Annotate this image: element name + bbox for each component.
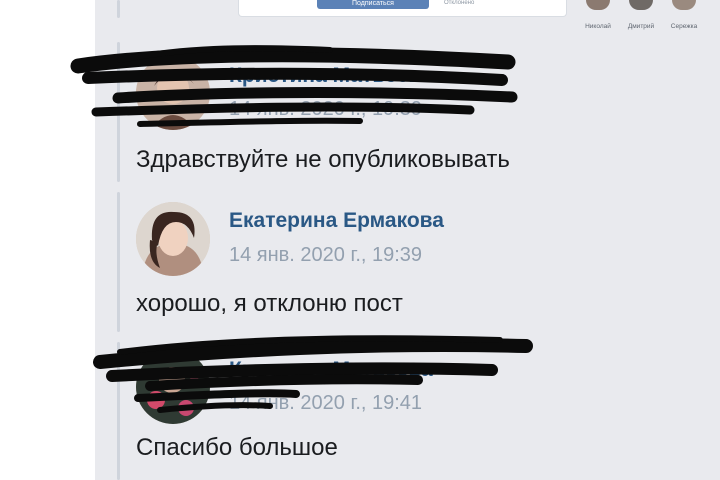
comment-author[interactable]: Кристина Матвеева bbox=[229, 358, 433, 382]
avatar-photo bbox=[136, 56, 210, 130]
comment-timestamp[interactable]: 14 янв. 2020 г., 19:39 bbox=[229, 244, 422, 267]
comment-timestamp[interactable]: 14 янв. 2020 г., 19:41 bbox=[229, 392, 422, 415]
avatar-photo bbox=[136, 350, 210, 424]
comment-text: хорошо, я отклоню пост bbox=[136, 290, 403, 317]
thread-line bbox=[117, 42, 120, 182]
avatar[interactable] bbox=[136, 202, 210, 276]
subscribe-button[interactable]: Подписаться bbox=[317, 0, 429, 9]
thread-line bbox=[117, 192, 120, 332]
comment-author[interactable]: Кристина Матвеева bbox=[229, 64, 433, 88]
thread-line bbox=[117, 0, 120, 18]
comment-timestamp[interactable]: 14 янв. 2020 г., 19:39 bbox=[229, 98, 422, 121]
comment-text: Здравствуйте не опубликовывать bbox=[136, 146, 510, 173]
thread-line bbox=[117, 342, 120, 480]
avatar[interactable] bbox=[136, 56, 210, 130]
comment-author[interactable]: Екатерина Ермакова bbox=[229, 209, 444, 233]
friend-name: Дмитрий bbox=[627, 23, 655, 30]
friend-avatar bbox=[672, 0, 696, 10]
preview-status: Отклонено bbox=[444, 0, 475, 6]
avatar-photo bbox=[136, 202, 210, 276]
friend-item[interactable]: Дмитрий bbox=[621, 0, 661, 30]
friend-item[interactable]: Сережка bbox=[664, 0, 704, 30]
left-margin bbox=[0, 0, 95, 480]
friend-name: Сережка bbox=[670, 23, 698, 30]
friend-avatar bbox=[629, 0, 653, 10]
shared-post-preview[interactable]: Подписаться Отклонено bbox=[238, 0, 567, 17]
friend-item[interactable]: Николай bbox=[578, 0, 618, 30]
friend-name: Николай bbox=[585, 23, 611, 30]
comment-text: Спасибо большое bbox=[136, 434, 338, 461]
friend-avatar bbox=[586, 0, 610, 10]
avatar[interactable] bbox=[136, 350, 210, 424]
